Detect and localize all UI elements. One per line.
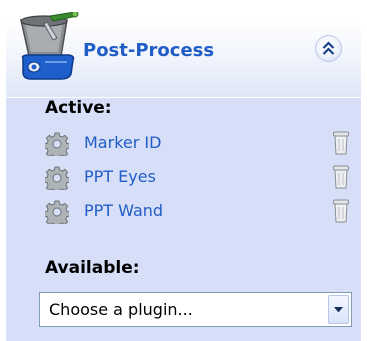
gear-icon — [45, 200, 69, 224]
post-process-panel: Post-Process Active: Marker ID PPT Eyes … — [5, 0, 362, 341]
collapse-button[interactable] — [315, 35, 342, 62]
gear-icon — [45, 166, 69, 190]
active-plugin-item[interactable]: PPT Eyes — [41, 163, 361, 193]
trash-icon[interactable] — [332, 198, 350, 224]
available-label: Available: — [45, 258, 140, 278]
select-arrow-button[interactable] — [328, 295, 349, 324]
trash-icon[interactable] — [332, 164, 350, 190]
panel-title: Post-Process — [83, 40, 215, 61]
active-label: Active: — [45, 98, 112, 118]
plugin-name[interactable]: PPT Eyes — [84, 167, 156, 186]
active-plugin-item[interactable]: PPT Wand — [41, 197, 361, 227]
camera-robot-icon — [20, 12, 79, 80]
gear-icon — [45, 132, 69, 156]
double-chevron-up-icon — [322, 41, 335, 55]
dropdown-arrow-icon — [334, 307, 343, 313]
trash-icon[interactable] — [332, 130, 350, 156]
plugin-name[interactable]: PPT Wand — [84, 201, 163, 220]
plugin-select[interactable]: Choose a plugin... — [39, 292, 352, 327]
plugin-name[interactable]: Marker ID — [84, 133, 161, 152]
active-plugin-item[interactable]: Marker ID — [41, 129, 361, 159]
plugin-select-value: Choose a plugin... — [49, 300, 193, 319]
